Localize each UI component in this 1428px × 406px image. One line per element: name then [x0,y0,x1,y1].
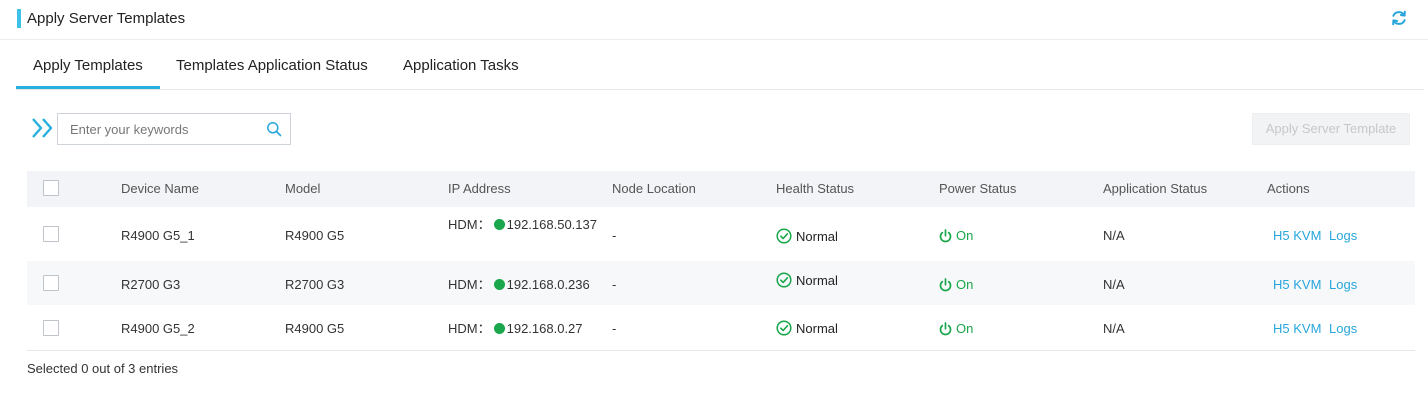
ip-value[interactable]: 192.168.50.137 [507,217,597,232]
row-checkbox[interactable] [43,320,59,336]
power-icon [939,322,952,336]
row-checkbox[interactable] [43,275,59,291]
table-row[interactable]: R4900 G5_1 R4900 G5 HDM： 192.168.50.137 -… [27,207,1415,261]
node-location: - [612,321,617,336]
application-status: N/A [1103,277,1125,292]
node-location: - [612,228,617,243]
power-status: On [939,228,973,244]
check-circle-icon [776,228,792,244]
selection-summary: Selected 0 out of 3 entries [27,361,179,376]
table-header: Device Name Model IP Address Node Locati… [27,171,1415,207]
table-bottom-divider [27,350,1415,351]
page-title: Apply Server Templates [27,10,186,27]
status-dot-icon [493,279,505,290]
search-box [57,113,291,145]
refresh-icon[interactable] [1390,9,1408,27]
column-header-node-location[interactable]: Node Location [612,181,696,197]
select-all-checkbox[interactable] [43,180,59,196]
search-input[interactable] [58,114,258,144]
power-status-label: On [956,228,974,243]
power-icon [939,278,952,292]
ip-prefix: HDM： [448,277,491,292]
check-circle-icon [776,320,792,336]
tab-apply-templates[interactable]: Apply Templates [33,57,143,75]
device-name: R4900 G5_2 [121,321,195,336]
node-location: - [612,277,617,292]
apply-server-template-button[interactable]: Apply Server Template [1252,113,1410,145]
ip-value[interactable]: 192.168.0.236 [507,277,590,292]
column-header-health-status[interactable]: Health Status [776,181,854,197]
logs-link[interactable]: Logs [1329,228,1357,244]
h5-kvm-link[interactable]: H5 KVM [1273,321,1321,337]
application-status: N/A [1103,321,1125,336]
double-chevron-right-icon[interactable] [31,117,55,139]
power-status: On [939,277,973,293]
power-icon [939,229,952,243]
ip-value[interactable]: 192.168.0.27 [507,321,583,336]
h5-kvm-link[interactable]: H5 KVM [1273,277,1321,293]
column-header-actions: Actions [1267,181,1310,196]
ip-address: HDM： 192.168.0.236 [448,275,598,295]
power-status-label: On [956,321,974,336]
health-status: Normal [776,272,838,289]
tab-application-tasks[interactable]: Application Tasks [403,57,519,75]
row-checkbox[interactable] [43,226,59,242]
title-accent-bar [17,9,21,28]
health-status-label: Normal [796,321,838,336]
ip-address: HDM： 192.168.50.137 [448,215,598,235]
table-row[interactable]: R2700 G3 R2700 G3 HDM： 192.168.0.236 - No… [27,261,1415,305]
power-status: On [939,321,973,337]
logs-link[interactable]: Logs [1329,321,1357,337]
column-header-device-name[interactable]: Device Name [121,181,199,197]
device-name: R4900 G5_1 [121,228,195,243]
health-status: Normal [776,320,838,337]
tab-bar: Apply Templates Templates Application St… [16,40,1424,90]
ip-prefix: HDM： [448,217,491,232]
table-row[interactable]: R4900 G5_2 R4900 G5 HDM： 192.168.0.27 - N… [27,305,1415,349]
power-status-label: On [956,277,974,292]
application-status: N/A [1103,228,1125,243]
health-status-label: Normal [796,229,838,244]
ip-prefix: HDM： [448,321,491,336]
column-header-application-status[interactable]: Application Status [1103,181,1207,197]
page-header: Apply Server Templates [0,0,1428,40]
device-name: R2700 G3 [121,277,181,292]
tab-templates-application-status[interactable]: Templates Application Status [176,57,368,75]
search-icon[interactable] [266,121,282,137]
status-dot-icon [493,323,505,334]
model: R2700 G3 [285,277,345,292]
h5-kvm-link[interactable]: H5 KVM [1273,228,1321,244]
column-header-ip-address[interactable]: IP Address [448,181,511,197]
column-header-power-status[interactable]: Power Status [939,181,1016,197]
check-circle-icon [776,272,792,288]
health-status-label: Normal [796,273,838,288]
status-dot-icon [493,219,505,230]
active-tab-indicator [16,86,160,89]
model: R4900 G5 [285,228,345,243]
health-status: Normal [776,228,838,245]
model: R4900 G5 [285,321,345,336]
column-header-model[interactable]: Model [285,181,320,197]
ip-address: HDM： 192.168.0.27 [448,319,598,339]
logs-link[interactable]: Logs [1329,277,1357,293]
